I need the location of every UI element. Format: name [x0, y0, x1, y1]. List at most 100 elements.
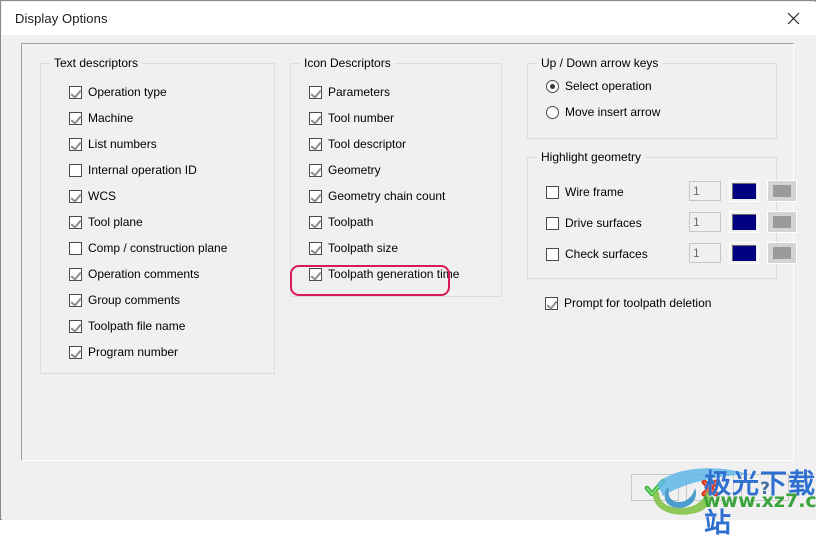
checkbox-label: List numbers — [88, 137, 157, 151]
checkbox-label: Comp / construction plane — [88, 241, 228, 255]
options-panel: Text descriptors Operation type Machine … — [21, 43, 797, 461]
checkbox-label: Machine — [88, 111, 134, 125]
checkbox-label: Toolpath file name — [88, 319, 186, 333]
checkbox-label: Geometry — [328, 163, 381, 177]
drive-surfaces-color-swatch[interactable] — [729, 211, 759, 233]
checkbox-label: WCS — [88, 189, 116, 203]
checkbox-indicator[interactable] — [69, 241, 82, 255]
svg-text:?: ? — [760, 479, 770, 498]
radio-select-operation[interactable]: Select operation — [546, 78, 652, 94]
radio-indicator[interactable] — [546, 105, 559, 119]
checkbox-program-number[interactable]: Program number — [69, 344, 178, 360]
checkbox-indicator[interactable] — [309, 189, 322, 203]
checkbox-indicator[interactable] — [69, 137, 82, 151]
checkbox-list-numbers[interactable]: List numbers — [69, 136, 157, 152]
drive-surfaces-style-button[interactable] — [767, 211, 797, 233]
checkbox-operation-comments[interactable]: Operation comments — [69, 266, 199, 282]
checkbox-indicator[interactable] — [69, 267, 82, 281]
close-icon[interactable] — [770, 2, 816, 35]
checkbox-indicator[interactable] — [69, 111, 82, 125]
checkbox-toolpath-generation-time[interactable]: Toolpath generation time — [309, 266, 459, 282]
checkbox-geometry-chain-count[interactable]: Geometry chain count — [309, 188, 445, 204]
checkbox-toolpath[interactable]: Toolpath — [309, 214, 373, 230]
drive-surfaces-level-input[interactable]: 1 — [689, 212, 721, 232]
checkbox-label: Operation type — [88, 85, 167, 99]
display-options-dialog: Display Options Text descriptors Operati… — [0, 0, 816, 539]
checkbox-indicator[interactable] — [69, 319, 82, 333]
checkbox-wcs[interactable]: WCS — [69, 188, 116, 204]
checkbox-group-comments[interactable]: Group comments — [69, 292, 180, 308]
check-surfaces-style-button[interactable] — [767, 242, 797, 264]
radio-indicator[interactable] — [546, 79, 559, 93]
checkbox-label: Toolpath size — [328, 241, 399, 255]
checkbox-toolpath-file-name[interactable]: Toolpath file name — [69, 318, 185, 334]
group-text-descriptors: Text descriptors Operation type Machine … — [40, 56, 275, 374]
checkbox-indicator[interactable] — [69, 189, 82, 203]
checkbox-label: Wire frame — [565, 185, 624, 199]
checkbox-indicator[interactable] — [69, 85, 82, 99]
checkbox-indicator[interactable] — [545, 296, 558, 310]
checkbox-label: Parameters — [328, 85, 391, 99]
wire-frame-style-button[interactable] — [767, 180, 797, 202]
checkbox-label: Operation comments — [88, 267, 200, 281]
checkbox-wire-frame[interactable]: Wire frame — [546, 184, 624, 200]
checkbox-indicator[interactable] — [309, 137, 322, 151]
checkbox-indicator[interactable] — [546, 216, 559, 230]
checkbox-label: Group comments — [88, 293, 181, 307]
checkbox-indicator[interactable] — [69, 215, 82, 229]
check-surfaces-level-input[interactable]: 1 — [689, 243, 721, 263]
red-x-icon — [701, 479, 719, 496]
wire-frame-color-swatch[interactable] — [729, 180, 759, 202]
checkbox-indicator[interactable] — [309, 163, 322, 177]
checkbox-label: Check surfaces — [565, 247, 648, 261]
group-icon-descriptors: Icon Descriptors Parameters Tool number … — [290, 56, 502, 297]
check-surfaces-color-swatch[interactable] — [729, 242, 759, 264]
page-title: Display Options — [15, 11, 108, 26]
checkbox-indicator[interactable] — [309, 111, 322, 125]
checkbox-geometry[interactable]: Geometry — [309, 162, 381, 178]
checkbox-indicator[interactable] — [309, 267, 322, 281]
checkbox-indicator[interactable] — [69, 345, 82, 359]
wire-frame-level-input[interactable]: 1 — [689, 181, 721, 201]
checkbox-parameters[interactable]: Parameters — [309, 84, 390, 100]
checkbox-indicator[interactable] — [309, 85, 322, 99]
checkbox-label: Tool plane — [88, 215, 143, 229]
checkbox-toolpath-size[interactable]: Toolpath size — [309, 240, 398, 256]
checkbox-drive-surfaces[interactable]: Drive surfaces — [546, 215, 642, 231]
checkbox-operation-type[interactable]: Operation type — [69, 84, 167, 100]
checkbox-tool-number[interactable]: Tool number — [309, 110, 394, 126]
group-highlight-geometry-legend: Highlight geometry — [537, 150, 646, 164]
radio-label: Select operation — [565, 79, 652, 93]
checkbox-tool-descriptor[interactable]: Tool descriptor — [309, 136, 406, 152]
checkbox-check-surfaces[interactable]: Check surfaces — [546, 246, 648, 262]
group-highlight-geometry: Highlight geometry Wire frame 1 Drive su… — [527, 150, 797, 279]
checkbox-label: Drive surfaces — [565, 216, 642, 230]
checkbox-indicator[interactable] — [309, 215, 322, 229]
radio-move-insert-arrow[interactable]: Move insert arrow — [546, 104, 660, 120]
ok-button[interactable] — [631, 474, 679, 501]
checkbox-indicator[interactable] — [546, 247, 559, 261]
group-text-descriptors-legend: Text descriptors — [50, 56, 143, 70]
checkbox-internal-operation-id[interactable]: Internal operation ID — [69, 162, 197, 178]
checkbox-label: Prompt for toolpath deletion — [564, 296, 712, 310]
green-check-icon — [644, 478, 666, 496]
question-mark-icon: ? — [760, 479, 770, 498]
checkbox-comp-construction-plane[interactable]: Comp / construction plane — [69, 240, 227, 256]
checkbox-label: Tool descriptor — [328, 137, 407, 151]
checkbox-machine[interactable]: Machine — [69, 110, 133, 126]
dialog-client-area: Text descriptors Operation type Machine … — [2, 35, 816, 539]
checkbox-label: Program number — [88, 345, 179, 359]
checkbox-prompt-toolpath-deletion[interactable]: Prompt for toolpath deletion — [545, 295, 711, 311]
checkbox-tool-plane[interactable]: Tool plane — [69, 214, 143, 230]
checkbox-indicator[interactable] — [309, 241, 322, 255]
checkbox-label: Tool number — [328, 111, 395, 125]
checkbox-label: Geometry chain count — [328, 189, 446, 203]
checkbox-indicator[interactable] — [69, 293, 82, 307]
cancel-button[interactable] — [686, 474, 734, 501]
checkbox-indicator[interactable] — [546, 185, 559, 199]
help-button[interactable]: ? — [741, 474, 789, 501]
title-bar: Display Options — [2, 2, 816, 35]
radio-label: Move insert arrow — [565, 105, 661, 119]
checkbox-indicator[interactable] — [69, 163, 82, 177]
checkbox-label: Internal operation ID — [88, 163, 197, 177]
